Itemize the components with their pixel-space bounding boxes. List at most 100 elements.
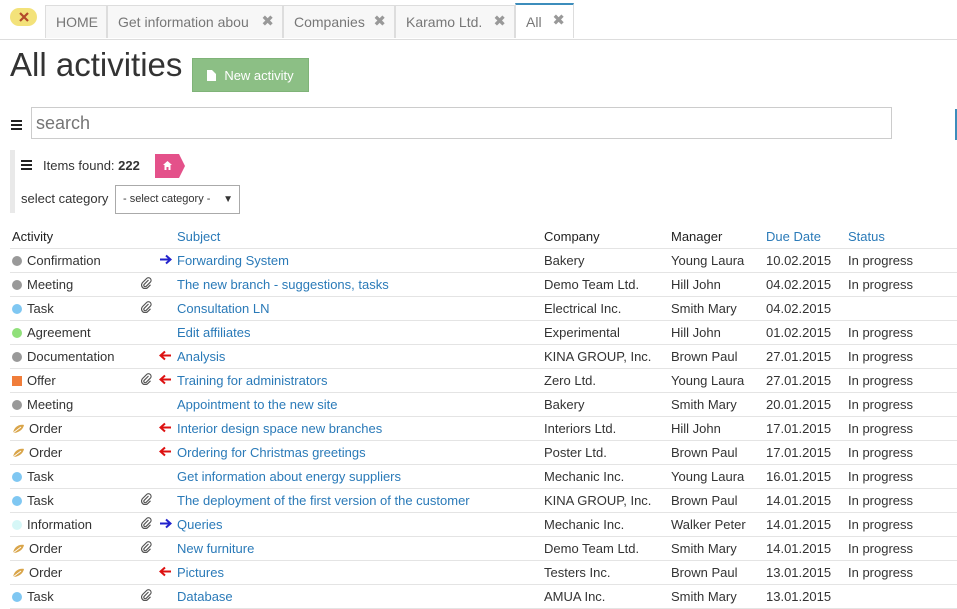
subject-link[interactable]: Ordering for Christmas greetings <box>177 445 366 460</box>
status-cell: In progress <box>848 565 914 580</box>
subject-link[interactable]: Interior design space new branches <box>177 421 382 436</box>
attachment-icon[interactable] <box>140 277 152 292</box>
status-cell: In progress <box>848 541 914 556</box>
attachment-icon[interactable] <box>140 517 152 532</box>
due-date-cell: 10.02.2015 <box>766 253 832 268</box>
company-cell: Mechanic Inc. <box>544 517 625 532</box>
subject-link[interactable]: Edit affiliates <box>177 325 250 340</box>
table-row[interactable]: Order Ordering for Christmas greetings Pos… <box>10 441 957 465</box>
new-activity-button[interactable]: New activity <box>192 58 309 92</box>
due-date-cell: 27.01.2015 <box>766 349 832 364</box>
header-status[interactable]: Status <box>848 229 885 244</box>
activity-dot-icon <box>12 472 22 482</box>
manager-cell: Young Laura <box>671 469 745 484</box>
header-manager[interactable]: Manager <box>671 229 722 244</box>
activity-type: Order <box>29 541 63 556</box>
filter-menu-icon[interactable] <box>21 160 32 170</box>
status-cell: In progress <box>848 349 914 364</box>
manager-cell: Walker Peter <box>671 517 746 532</box>
manager-cell: Smith Mary <box>671 541 737 556</box>
attachment-icon[interactable] <box>140 373 152 388</box>
table-row[interactable]: Order Pictures Testers Inc. Brown Paul 13.01… <box>10 561 957 585</box>
activity-cell: Information <box>12 517 92 532</box>
subject-link[interactable]: Analysis <box>177 349 225 364</box>
tab-get-information[interactable]: Get information abou ✖ <box>107 5 283 38</box>
subject-link[interactable]: Consultation LN <box>177 301 270 316</box>
due-date-cell: 13.01.2015 <box>766 589 832 604</box>
due-date-cell: 14.01.2015 <box>766 517 832 532</box>
category-select[interactable]: - select category - ▼ <box>115 185 240 214</box>
table-row[interactable]: Agreement Edit affiliates Experimental Hill… <box>10 321 957 345</box>
attachment-icon[interactable] <box>140 301 152 316</box>
activity-dot-icon <box>12 280 22 290</box>
tab-karamo[interactable]: Karamo Ltd. ✖ <box>395 5 515 38</box>
subject-link[interactable]: Get information about energy suppliers <box>177 469 401 484</box>
tab-companies[interactable]: Companies ✖ <box>283 5 395 38</box>
activity-cell: Documentation <box>12 349 114 364</box>
close-icon[interactable]: ✖ <box>493 12 506 30</box>
leaf-icon <box>12 446 25 461</box>
status-cell: In progress <box>848 421 914 436</box>
attachment-icon[interactable] <box>140 541 152 556</box>
status-cell: In progress <box>848 325 914 340</box>
table-row[interactable]: Offer Training for administrators Zero Ltd… <box>10 369 957 393</box>
table-row[interactable]: Task The deployment of the first version … <box>10 489 957 513</box>
header-due-date[interactable]: Due Date <box>766 229 821 244</box>
subject-link[interactable]: Database <box>177 589 233 604</box>
tab-home[interactable]: HOME <box>45 5 107 38</box>
close-icon[interactable]: ✖ <box>373 12 386 30</box>
due-date-cell: 14.01.2015 <box>766 541 832 556</box>
table-row[interactable]: Task Consultation LN Electrical Inc. Smith … <box>10 297 957 321</box>
attachment-icon[interactable] <box>140 589 152 604</box>
table-row[interactable]: Information Queries Mechanic Inc. Walker Pe… <box>10 513 957 537</box>
activity-type: Offer <box>27 373 56 388</box>
search-input[interactable] <box>31 107 892 139</box>
items-found-label: Items found: <box>43 158 115 173</box>
table-row[interactable]: Task Get information about energy supplie… <box>10 465 957 489</box>
subject-link[interactable]: Queries <box>177 517 223 532</box>
tab-all[interactable]: All ✖ <box>515 3 574 38</box>
subject-link[interactable]: Appointment to the new site <box>177 397 337 412</box>
table-row[interactable]: Meeting Appointment to the new site Bakery… <box>10 393 957 417</box>
menu-icon[interactable] <box>11 120 22 130</box>
status-cell: In progress <box>848 493 914 508</box>
close-icon[interactable]: ✖ <box>261 12 274 30</box>
activity-dot-icon <box>12 592 22 602</box>
status-cell: In progress <box>848 277 914 292</box>
header-company[interactable]: Company <box>544 229 600 244</box>
table-row[interactable]: Order Interior design space new branches I… <box>10 417 957 441</box>
subject-link[interactable]: Pictures <box>177 565 224 580</box>
activity-cell: Agreement <box>12 325 91 340</box>
manager-cell: Young Laura <box>671 253 745 268</box>
subject-link[interactable]: The deployment of the first version of t… <box>177 493 470 508</box>
subject-link[interactable]: Forwarding System <box>177 253 289 268</box>
subject-link[interactable]: Training for administrators <box>177 373 328 388</box>
close-all-tabs-button[interactable] <box>10 8 37 26</box>
table-row[interactable]: Task Database AMUA Inc. Smith Mary 13.01.201… <box>10 585 957 609</box>
company-cell: Experimental <box>544 325 620 340</box>
activity-dot-icon <box>12 352 22 362</box>
company-cell: Zero Ltd. <box>544 373 597 388</box>
header-activity[interactable]: Activity <box>12 229 53 244</box>
table-row[interactable]: Order New furniture Demo Team Ltd. Smith Ma… <box>10 537 957 561</box>
arrow-left-icon <box>158 565 172 580</box>
subject-link[interactable]: The new branch - suggestions, tasks <box>177 277 389 292</box>
close-icon <box>18 12 29 22</box>
table-row[interactable]: Confirmation Forwarding System Bakery Young… <box>10 249 957 273</box>
close-icon[interactable]: ✖ <box>552 11 565 29</box>
activities-table: Activity Subject Company Manager Due Dat… <box>10 225 957 609</box>
activity-cell: Order <box>12 541 62 557</box>
activity-type: Documentation <box>27 349 115 364</box>
header-subject[interactable]: Subject <box>177 229 220 244</box>
filter-panel-handle[interactable] <box>10 150 15 213</box>
due-date-cell: 20.01.2015 <box>766 397 832 412</box>
company-cell: Electrical Inc. <box>544 301 622 316</box>
attachment-icon[interactable] <box>140 493 152 508</box>
home-filter-button[interactable] <box>155 154 185 178</box>
company-cell: Bakery <box>544 253 585 268</box>
table-row[interactable]: Documentation Analysis KINA GROUP, Inc. Bro… <box>10 345 957 369</box>
table-row[interactable]: Meeting The new branch - suggestions, tas… <box>10 273 957 297</box>
activity-type: Order <box>29 421 63 436</box>
company-cell: KINA GROUP, Inc. <box>544 493 652 508</box>
subject-link[interactable]: New furniture <box>177 541 254 556</box>
